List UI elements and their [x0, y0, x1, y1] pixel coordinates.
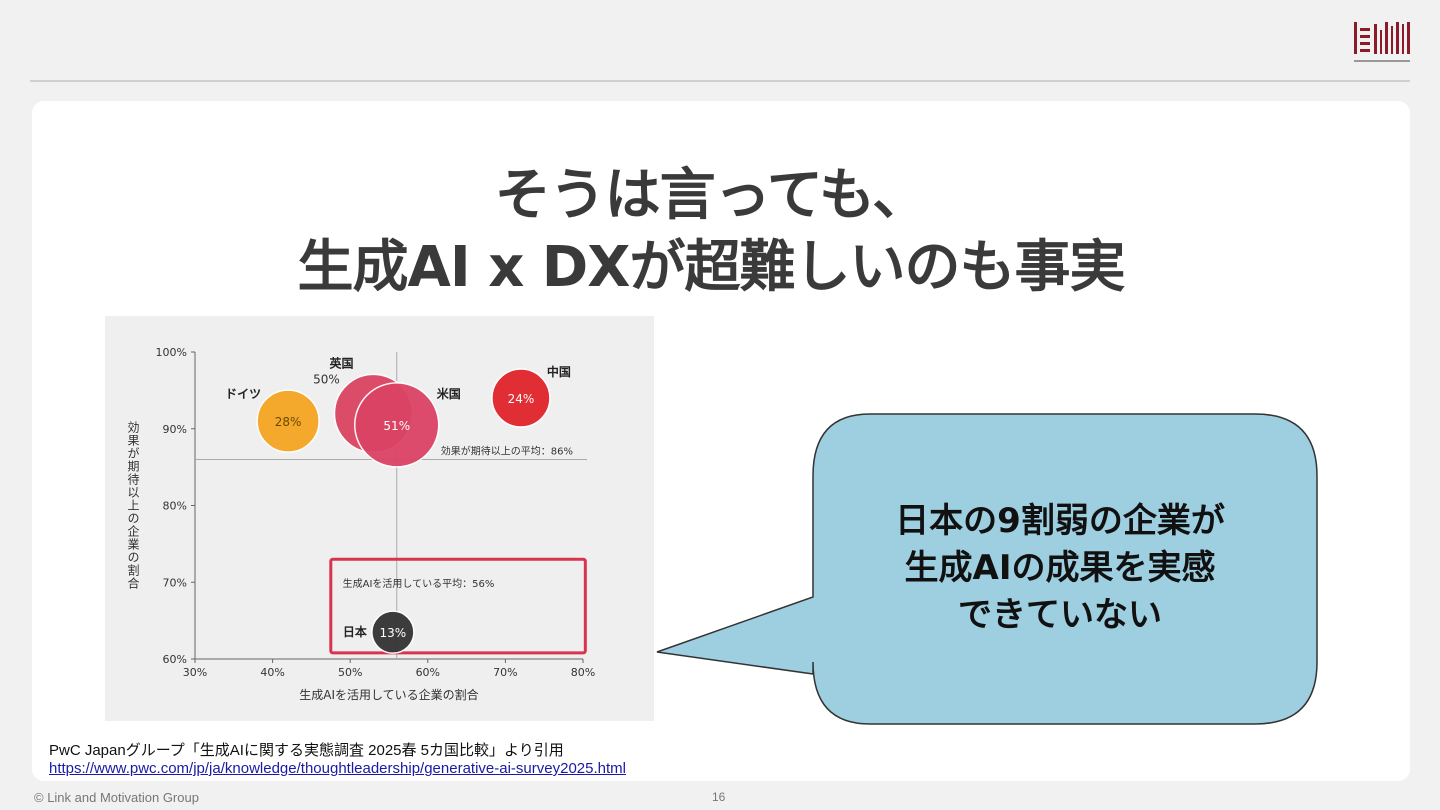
callout-line-3: できていない — [958, 595, 1162, 635]
y-tick-label: 90% — [163, 423, 187, 436]
y-tick-label: 100% — [156, 346, 187, 359]
company-logo — [1354, 22, 1410, 62]
x-tick-label: 40% — [260, 666, 284, 679]
bubble-name-label: 英国 — [329, 355, 353, 370]
bubble-name-label: 中国 — [547, 364, 571, 379]
header-divider — [30, 80, 1410, 82]
x-tick-label: 50% — [338, 666, 362, 679]
copyright: © Link and Motivation Group — [34, 790, 199, 805]
survey-chart: 30% 40% 50% 60% 70% 80% 60% 70% 80% 90% 100% 効果が期待以… — [105, 316, 654, 721]
bubble-value-label: 24% — [508, 392, 535, 406]
bubble-name-label: 米国 — [437, 386, 461, 401]
bubble-chart: 30% 40% 50% 60% 70% 80% 60% 70% 80% 90% 100% 効果が期待以… — [126, 346, 595, 702]
page-number: 16 — [712, 790, 726, 804]
y-tick-label: 80% — [163, 500, 187, 513]
x-tick-label: 60% — [416, 666, 440, 679]
bubble-name-label: 日本 — [343, 624, 367, 639]
x-axis-title: 生成AIを活用している企業の割合 — [299, 687, 478, 702]
x-tick-label: 80% — [571, 666, 595, 679]
y-tick-label: 70% — [163, 576, 187, 589]
bubble-value-label: 28% — [275, 415, 302, 429]
bubble-name-label: ドイツ — [225, 387, 261, 401]
callout-line-1: 日本の9割弱の企業が — [895, 501, 1225, 541]
bubble-value-label: 13% — [380, 626, 407, 640]
title-line-1: そうは言っても、 — [494, 163, 929, 228]
source-link[interactable]: https://www.pwc.com/jp/ja/knowledge/thou… — [49, 760, 626, 777]
bubble-value-label: 51% — [383, 419, 410, 433]
callout-message: 日本の9割弱の企業が 生成AIの成果を実感 できていない — [840, 498, 1280, 639]
slide-title: そうは言っても、 生成AI x DXが超難しいのも事実 — [0, 160, 1422, 304]
x-tick-label: 30% — [183, 666, 207, 679]
y-tick-label: 60% — [163, 653, 187, 666]
x-tick-label: 70% — [493, 666, 517, 679]
source-citation: PwC Japanグループ「生成AIに関する実態調査 2025春 5カ国比較」よ… — [49, 742, 564, 759]
bubble-value-label: 50% — [313, 372, 340, 386]
title-line-2: 生成AI x DXが超難しいのも事実 — [297, 235, 1126, 300]
japan-highlight-box — [329, 557, 587, 655]
callout-line-2: 生成AIの成果を実感 — [904, 548, 1216, 588]
y-axis-title: 効果が期待以上の企業の割合 — [126, 420, 140, 590]
average-y-label: 効果が期待以上の平均：86% — [441, 444, 573, 457]
average-x-label: 生成AIを活用している平均：56% — [343, 577, 495, 590]
